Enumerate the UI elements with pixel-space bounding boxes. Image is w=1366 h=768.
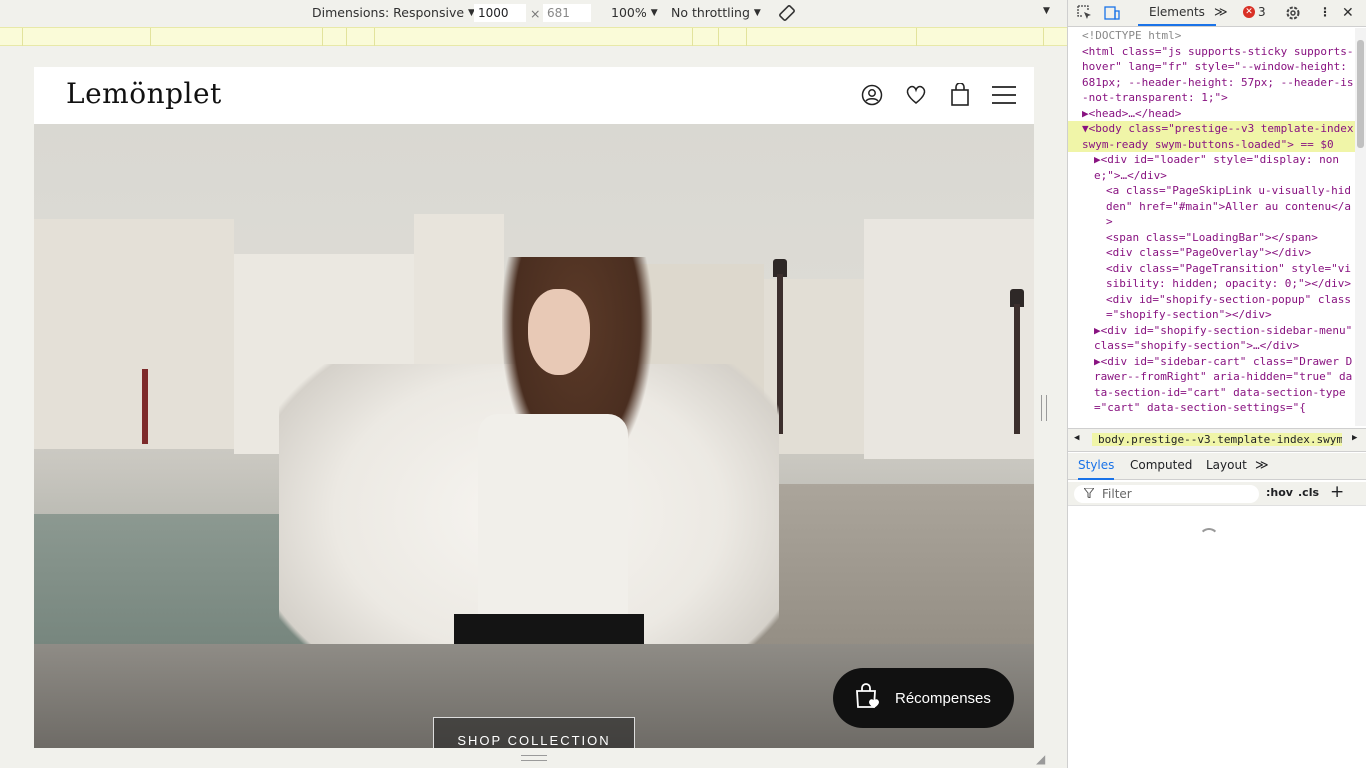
wishlist-icon[interactable] [904, 83, 928, 107]
width-input[interactable] [474, 4, 526, 22]
styles-filter-row: Filter :hov .cls + [1068, 482, 1366, 506]
dimensions-label: Dimensions: Responsive [312, 5, 465, 20]
hov-toggle[interactable]: :hov [1266, 486, 1293, 499]
dom-line[interactable]: ▶<div id="shopify-section-sidebar-menu" … [1068, 323, 1355, 354]
breadcrumb-item[interactable]: body.prestige--v3.template-index.swym-re… [1092, 433, 1342, 446]
dom-line[interactable]: <a class="PageSkipLink u-visually-hidden… [1068, 183, 1355, 230]
breadcrumb-left-icon[interactable]: ◀ [1074, 433, 1079, 443]
dropdown-arrow-icon: ▼ [650, 7, 658, 18]
dom-line-selected[interactable]: ▼<body class="prestige--v3 template-inde… [1068, 121, 1355, 152]
height-input[interactable] [543, 4, 591, 22]
tab-computed[interactable]: Computed [1130, 458, 1192, 472]
dimension-separator: × [530, 6, 541, 21]
breadcrumb: ◀ body.prestige--v3.template-index.swym-… [1068, 428, 1366, 452]
filter-icon [1082, 487, 1096, 501]
dom-line[interactable]: <!DOCTYPE html> [1068, 28, 1355, 44]
resize-handle-bottom[interactable] [521, 755, 547, 761]
model-face [528, 289, 590, 375]
device-toggle-icon[interactable] [1104, 5, 1120, 24]
account-icon[interactable] [860, 83, 884, 107]
menu-icon[interactable] [992, 83, 1016, 107]
dom-tree[interactable]: <!DOCTYPE html> <html class="js supports… [1068, 28, 1355, 426]
error-icon: ✕ [1243, 6, 1255, 18]
error-count: 3 [1258, 5, 1266, 19]
dimensions-dropdown[interactable]: Dimensions: Responsive ▼ [312, 5, 475, 20]
inspect-element-icon[interactable] [1077, 5, 1093, 24]
tab-elements[interactable]: Elements [1138, 0, 1216, 26]
dropdown-arrow-icon: ▼ [753, 7, 761, 18]
dom-line[interactable]: ▶<div id="sidebar-cart" class="Drawer Dr… [1068, 354, 1355, 416]
tab-styles[interactable]: Styles [1078, 458, 1115, 480]
dom-line[interactable]: <span class="LoadingBar"></span> [1068, 230, 1355, 246]
more-tabs-icon[interactable]: ≫ [1214, 5, 1228, 20]
tab-layout[interactable]: Layout [1206, 458, 1247, 472]
loading-spinner-icon [1199, 528, 1219, 548]
zoom-label: 100% [611, 5, 647, 20]
hero-image: SHOP COLLECTION [34, 124, 1034, 748]
shopping-bag-heart-icon [853, 682, 881, 714]
settings-gear-icon[interactable] [1285, 5, 1301, 24]
styles-subtabs: Styles Computed Layout ≫ [1068, 453, 1366, 480]
new-rule-plus-icon[interactable]: + [1330, 482, 1344, 502]
rewards-label: Récompenses [895, 689, 991, 707]
dom-line[interactable]: <div class="PageTransition" style="visib… [1068, 261, 1355, 292]
device-toolbar: Dimensions: Responsive ▼ × 100% ▼ No thr… [0, 0, 1067, 27]
dom-line[interactable]: ▶<div id="loader" style="display: none;"… [1068, 152, 1355, 183]
dom-line[interactable]: <html class="js supports-sticky supports… [1068, 44, 1355, 106]
zoom-dropdown[interactable]: 100% ▼ [611, 5, 658, 20]
kebab-menu-icon[interactable]: ⋮ [1319, 5, 1331, 19]
resize-handle-corner[interactable]: ◢ [1036, 752, 1045, 766]
page-viewport: Lemönplet SHOP COLLECTION Récompenses [34, 67, 1034, 748]
more-options-icon[interactable]: ▼ [1043, 6, 1050, 16]
cls-toggle[interactable]: .cls [1298, 486, 1319, 499]
breadcrumb-right-icon[interactable]: ▶ [1352, 433, 1357, 443]
more-subtabs-icon[interactable]: ≫ [1255, 458, 1269, 473]
media-query-bar[interactable] [0, 27, 1067, 46]
throttling-dropdown[interactable]: No throttling ▼ [671, 5, 761, 20]
site-header: Lemönplet [34, 67, 1034, 124]
site-logo[interactable]: Lemönplet [66, 77, 222, 110]
filter-placeholder: Filter [1102, 487, 1132, 501]
styles-filter-input[interactable]: Filter [1074, 485, 1259, 503]
rewards-button[interactable]: Récompenses [833, 668, 1014, 728]
throttling-label: No throttling [671, 5, 750, 20]
error-badge[interactable]: ✕ 3 [1243, 5, 1266, 19]
devtools-panel: Elements ≫ ✕ 3 ⋮ ✕ <!DOCTYPE html> <html… [1067, 0, 1366, 768]
resize-handle-right[interactable] [1041, 395, 1047, 421]
dom-scrollbar[interactable] [1355, 28, 1366, 426]
cart-icon[interactable] [948, 83, 972, 107]
rotate-icon[interactable] [778, 4, 796, 22]
dom-line[interactable]: <div class="PageOverlay"></div> [1068, 245, 1355, 261]
devtools-tabbar: Elements ≫ ✕ 3 ⋮ ✕ [1068, 0, 1366, 27]
dom-line[interactable]: <div id="shopify-section-popup" class="s… [1068, 292, 1355, 323]
dom-line[interactable]: ▶<head>…</head> [1068, 106, 1355, 122]
shop-collection-button[interactable]: SHOP COLLECTION [433, 717, 635, 748]
close-icon[interactable]: ✕ [1342, 5, 1354, 21]
